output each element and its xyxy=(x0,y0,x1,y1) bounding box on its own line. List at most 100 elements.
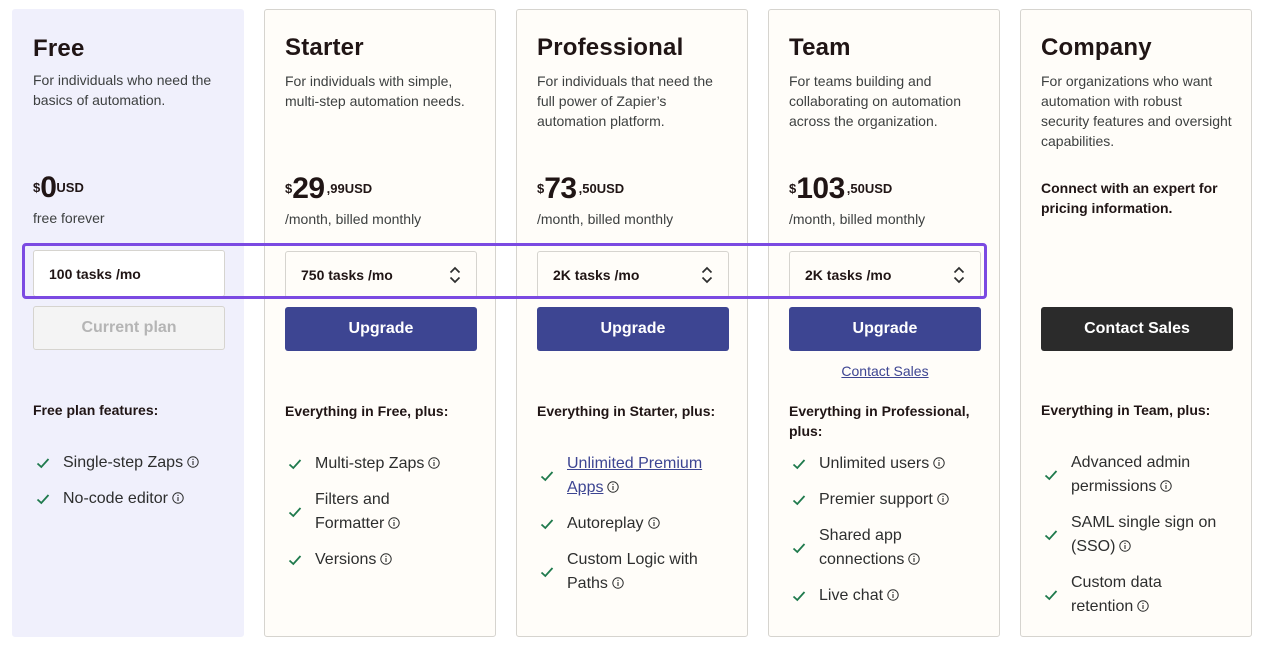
check-icon xyxy=(1044,470,1058,481)
upgrade-button[interactable]: Upgrade xyxy=(789,307,981,351)
billing-period: /month, billed monthly xyxy=(285,211,422,227)
contact-note: Connect with an expert for pricing infor… xyxy=(1041,180,1218,216)
upgrade-button[interactable]: Upgrade xyxy=(537,307,729,351)
plan-description: For organizations who want automation wi… xyxy=(1041,73,1232,149)
feature-label: Custom Logic with Paths xyxy=(567,551,698,592)
feature-label: Live chat xyxy=(819,587,884,604)
price-unit: USD xyxy=(596,181,625,196)
chevron-up-down-icon xyxy=(953,266,965,284)
info-icon[interactable] xyxy=(937,493,949,505)
feature-item: Custom data retention xyxy=(1041,571,1233,619)
price-currency: $ xyxy=(33,180,41,195)
tasks-select[interactable]: 2K tasks /mo xyxy=(537,251,729,298)
plan-price: $ 103 ,50 USD xyxy=(789,172,892,206)
feature-label: Versions xyxy=(315,551,377,568)
plan-card-company: Company For organizations who want autom… xyxy=(1020,9,1252,637)
plan-price: $ 73 ,50 USD xyxy=(537,172,624,206)
check-icon xyxy=(36,458,50,469)
check-icon xyxy=(792,459,806,470)
price-amount: 0 xyxy=(40,171,57,204)
price-unit: USD xyxy=(864,181,893,196)
tasks-value: 100 tasks /mo xyxy=(49,265,141,282)
plan-name: Professional xyxy=(537,34,684,61)
tasks-select[interactable]: 750 tasks /mo xyxy=(285,251,477,298)
price-cents: ,99 xyxy=(326,181,345,196)
plan-card-professional: Professional For individuals that need t… xyxy=(516,9,748,637)
feature-item: Unlimited users xyxy=(789,452,981,476)
billing-period: /month, billed monthly xyxy=(789,211,926,227)
info-icon[interactable] xyxy=(380,553,393,565)
info-icon[interactable] xyxy=(908,553,921,565)
info-icon[interactable] xyxy=(1119,540,1132,552)
plan-description: For teams building and collaborating on … xyxy=(789,73,962,129)
info-icon[interactable] xyxy=(388,517,401,529)
plan-name: Starter xyxy=(285,34,364,61)
contact-sales-button[interactable]: Contact Sales xyxy=(1041,307,1233,351)
price-currency: $ xyxy=(537,181,545,196)
features-heading: Everything in Free, plus: xyxy=(285,403,449,419)
upgrade-button[interactable]: Upgrade xyxy=(285,307,477,351)
feature-item: Custom Logic with Paths xyxy=(537,548,729,596)
feature-item: Live chat xyxy=(789,584,981,608)
info-icon[interactable] xyxy=(887,589,899,601)
price-cents: ,50 xyxy=(578,181,597,196)
info-icon[interactable] xyxy=(187,456,199,468)
tasks-value: 2K tasks /mo xyxy=(553,266,640,283)
feature-item: Advanced admin permissions xyxy=(1041,451,1233,499)
info-icon[interactable] xyxy=(172,492,184,504)
plan-card-starter: Starter For individuals with simple, mul… xyxy=(264,9,496,637)
check-icon xyxy=(288,507,302,518)
check-icon xyxy=(540,567,554,578)
feature-list: Unlimited Premium Apps Autoreplay Custom… xyxy=(537,452,729,608)
billing-period: free forever xyxy=(33,210,105,226)
check-icon xyxy=(540,471,554,482)
check-icon xyxy=(288,555,302,566)
price-amount: 29 xyxy=(292,172,325,205)
price-cents: ,50 xyxy=(846,181,865,196)
feature-item: SAML single sign on (SSO) xyxy=(1041,511,1233,559)
feature-label: No-code editor xyxy=(63,490,168,507)
plan-name: Team xyxy=(789,34,851,61)
info-icon[interactable] xyxy=(428,457,441,469)
plan-price: $ 29 ,99 USD xyxy=(285,172,372,206)
check-icon xyxy=(1044,590,1058,601)
check-icon xyxy=(36,494,50,505)
feature-list: Advanced admin permissions SAML single s… xyxy=(1041,451,1233,631)
info-icon[interactable] xyxy=(607,481,620,493)
feature-link-premium-apps[interactable]: Unlimited Premium Apps xyxy=(567,455,702,496)
billing-period: /month, billed monthly xyxy=(537,211,674,227)
features-heading: Everything in Starter, plus: xyxy=(537,403,716,419)
chevron-up-down-icon xyxy=(701,266,713,284)
info-icon[interactable] xyxy=(1160,480,1173,492)
features-heading: Free plan features: xyxy=(33,402,159,418)
feature-label: Premier support xyxy=(819,491,933,508)
features-heading: Everything in Professional, plus: xyxy=(789,403,970,439)
feature-item: Autoreplay xyxy=(537,512,729,536)
tasks-select[interactable]: 2K tasks /mo xyxy=(789,251,981,298)
price-unit: USD xyxy=(56,180,84,195)
price-currency: $ xyxy=(285,181,293,196)
feature-list: Unlimited users Premier support Shared a… xyxy=(789,452,981,620)
contact-sales-link[interactable]: Contact Sales xyxy=(789,363,981,379)
feature-label: Filters and Formatter xyxy=(315,491,390,532)
check-icon xyxy=(792,495,806,506)
feature-label: Multi-step Zaps xyxy=(315,455,425,472)
info-icon[interactable] xyxy=(612,577,624,589)
price-amount: 103 xyxy=(796,172,845,205)
feature-item: Shared app connections xyxy=(789,524,981,572)
info-icon[interactable] xyxy=(1137,600,1149,612)
info-icon[interactable] xyxy=(647,517,660,529)
info-icon[interactable] xyxy=(933,457,945,469)
plan-description: For individuals with simple, multi-step … xyxy=(285,73,465,109)
feature-item: Premier support xyxy=(789,488,981,512)
check-icon xyxy=(288,459,302,470)
feature-item: Filters and Formatter xyxy=(285,488,477,536)
features-heading: Everything in Team, plus: xyxy=(1041,402,1211,418)
tasks-value: 2K tasks /mo xyxy=(805,266,892,283)
feature-label: Shared app connections xyxy=(819,527,905,568)
check-icon xyxy=(1044,530,1058,541)
feature-list: Multi-step Zaps Filters and Formatter Ve… xyxy=(285,452,477,584)
feature-list: Single-step Zaps No-code editor xyxy=(33,451,225,523)
check-icon xyxy=(792,543,806,554)
plan-description: For individuals that need the full power… xyxy=(537,73,713,129)
